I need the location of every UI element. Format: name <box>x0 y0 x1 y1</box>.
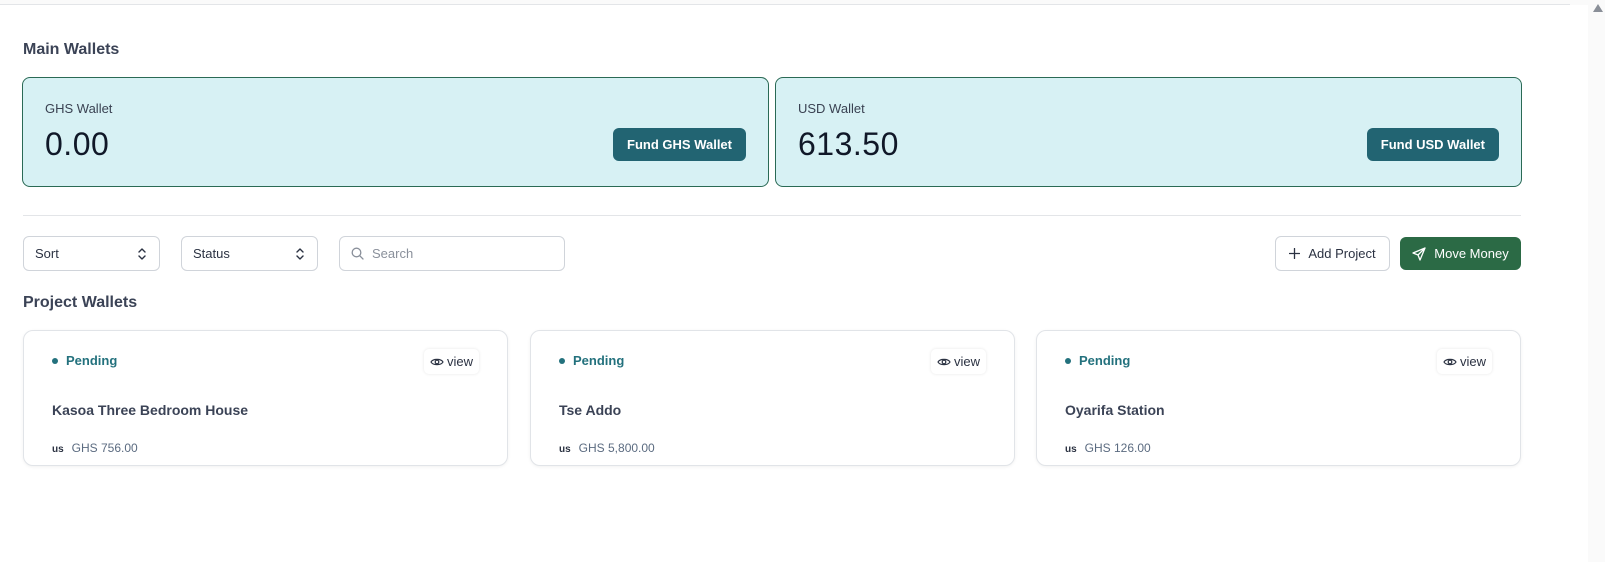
status-text: Pending <box>573 353 625 368</box>
project-amount-value: GHS 5,800.00 <box>578 441 655 455</box>
project-name: Oyarifa Station <box>1065 402 1165 418</box>
search-icon <box>351 247 364 260</box>
sort-select[interactable]: Sort <box>23 236 160 271</box>
status-badge: Pending <box>52 353 117 368</box>
add-project-label: Add Project <box>1308 246 1376 261</box>
status-select-label: Status <box>193 246 230 261</box>
project-amount-value: GHS 126.00 <box>1084 441 1151 455</box>
usd-wallet-amount: 613.50 <box>798 126 899 162</box>
project-card[interactable]: Pending view Tse Addo us GHS 5,800.00 <box>530 330 1015 466</box>
search-box[interactable] <box>339 236 565 271</box>
view-button[interactable]: view <box>1436 349 1492 374</box>
move-money-label: Move Money <box>1434 246 1509 261</box>
status-select[interactable]: Status <box>181 236 318 271</box>
status-badge: Pending <box>559 353 624 368</box>
search-input[interactable] <box>372 246 542 261</box>
move-money-button[interactable]: Move Money <box>1400 237 1521 270</box>
project-amount-value: GHS 756.00 <box>71 441 138 455</box>
fund-usd-wallet-button[interactable]: Fund USD Wallet <box>1366 128 1499 161</box>
view-button[interactable]: view <box>423 349 479 374</box>
project-amount: us GHS 5,800.00 <box>559 441 655 455</box>
chevron-up-down-icon <box>138 248 146 260</box>
status-dot <box>1065 357 1071 364</box>
currency-badge: us <box>559 444 571 455</box>
add-project-button[interactable]: Add Project <box>1275 236 1390 271</box>
ghs-wallet-label: GHS Wallet <box>45 101 113 116</box>
eye-icon <box>430 358 444 365</box>
sort-select-label: Sort <box>35 246 59 261</box>
project-name: Tse Addo <box>559 402 622 418</box>
currency-badge: us <box>1065 444 1077 455</box>
ghs-wallet-card: GHS Wallet 0.00 Fund GHS Wallet <box>22 77 769 187</box>
project-card[interactable]: Pending view Kasoa Three Bedroom House u… <box>23 330 508 466</box>
view-label: view <box>446 354 473 369</box>
usd-wallet-card: USD Wallet 613.50 Fund USD Wallet <box>775 77 1522 187</box>
fund-ghs-wallet-button[interactable]: Fund GHS Wallet <box>613 128 746 161</box>
scroll-up-arrow-icon[interactable] <box>1593 4 1603 12</box>
project-name: Kasoa Three Bedroom House <box>52 402 249 418</box>
send-icon <box>1412 246 1426 261</box>
main-wallets-title: Main Wallets <box>23 41 120 58</box>
plus-icon <box>1289 248 1301 259</box>
status-badge: Pending <box>1065 353 1130 368</box>
status-text: Pending <box>1079 353 1131 368</box>
status-dot <box>52 357 58 364</box>
view-label: view <box>953 354 980 369</box>
eye-icon <box>937 358 951 365</box>
status-text: Pending <box>66 353 118 368</box>
project-card[interactable]: Pending view Oyarifa Station us GHS 126.… <box>1036 330 1521 466</box>
currency-badge: us <box>52 444 64 455</box>
eye-icon <box>1443 358 1457 365</box>
project-amount: us GHS 126.00 <box>1065 441 1151 455</box>
project-amount: us GHS 756.00 <box>52 441 138 455</box>
view-label: view <box>1459 354 1486 369</box>
section-divider <box>23 215 1521 216</box>
ghs-wallet-amount: 0.00 <box>45 126 110 162</box>
usd-wallet-label: USD Wallet <box>798 101 865 116</box>
status-dot <box>559 357 565 364</box>
project-wallets-title: Project Wallets <box>23 294 138 311</box>
view-button[interactable]: view <box>930 349 986 374</box>
chevron-up-down-icon <box>296 248 304 260</box>
